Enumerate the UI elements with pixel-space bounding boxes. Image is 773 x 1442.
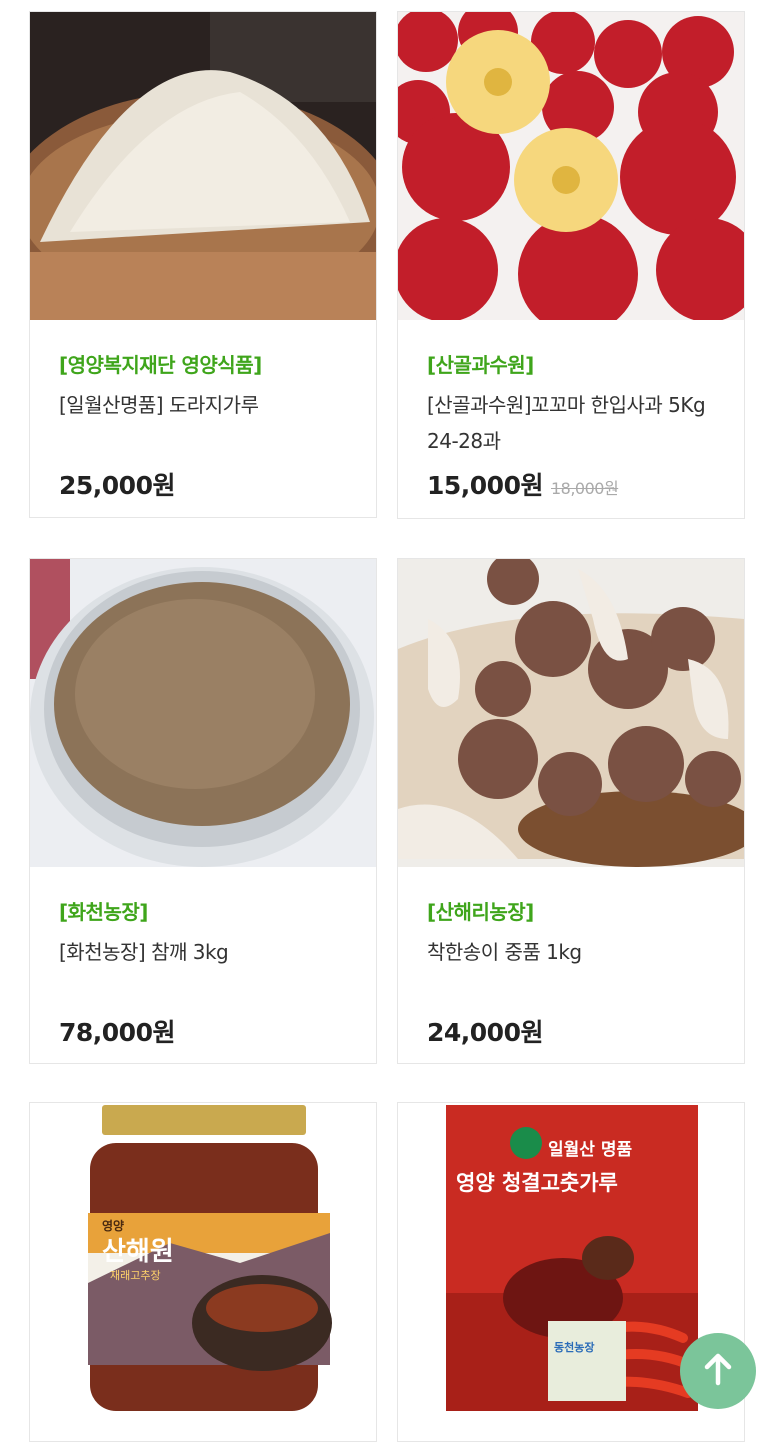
product-name[interactable]: 착한송이 중품 1kg xyxy=(427,934,727,970)
arrow-up-icon xyxy=(703,1352,733,1390)
product-image[interactable] xyxy=(398,12,744,320)
product-image[interactable] xyxy=(30,12,376,320)
product-card[interactable]: [화천농장] [화천농장] 참깨 3kg 78,000원 xyxy=(29,558,377,1064)
product-price: 78,000원 xyxy=(59,1013,175,1049)
sale-price: 15,000원 xyxy=(427,471,543,500)
original-price: 18,000원 xyxy=(550,479,619,498)
sale-price: 24,000원 xyxy=(427,1018,543,1047)
sale-price: 25,000원 xyxy=(59,471,175,500)
seller-label[interactable]: [산골과수원] xyxy=(427,349,534,378)
product-image[interactable] xyxy=(30,559,376,867)
product-card[interactable]: [산해리농장] 착한송이 중품 1kg 24,000원 xyxy=(397,558,745,1064)
package-brand: 일월산 명품 xyxy=(548,1140,633,1160)
product-card[interactable]: [산골과수원] [산골과수원]꼬꼬마 한입사과 5Kg 24-28과 15,00… xyxy=(397,11,745,519)
sale-price: 78,000원 xyxy=(59,1018,175,1047)
product-image[interactable]: 영양 산해원 재래고추장 xyxy=(30,1103,376,1411)
product-price: 15,000원 18,000원 xyxy=(427,466,619,502)
scroll-top-button[interactable] xyxy=(680,1333,756,1409)
package-farm: 동천농장 xyxy=(554,1341,595,1354)
product-name[interactable]: [화천농장] 참깨 3kg xyxy=(59,934,359,970)
product-card[interactable]: 영양 산해원 재래고추장 xyxy=(29,1102,377,1442)
product-name[interactable]: [일월산명품] 도라지가루 xyxy=(59,387,359,423)
seller-label[interactable]: [산해리농장] xyxy=(427,896,534,925)
product-image[interactable] xyxy=(398,559,744,867)
product-price: 25,000원 xyxy=(59,466,175,502)
package-title: 영양 청결고춧가루 xyxy=(456,1171,618,1195)
product-name[interactable]: [산골과수원]꼬꼬마 한입사과 5Kg 24-28과 xyxy=(427,387,727,459)
product-card[interactable]: [영양복지재단 영양식품] [일월산명품] 도라지가루 25,000원 xyxy=(29,11,377,518)
jar-label-main: 산해원 xyxy=(102,1237,174,1267)
jar-label-sub: 재래고추장 xyxy=(110,1269,161,1282)
seller-label[interactable]: [영양복지재단 영양식품] xyxy=(59,349,262,378)
product-price: 24,000원 xyxy=(427,1013,543,1049)
seller-label[interactable]: [화천농장] xyxy=(59,896,148,925)
